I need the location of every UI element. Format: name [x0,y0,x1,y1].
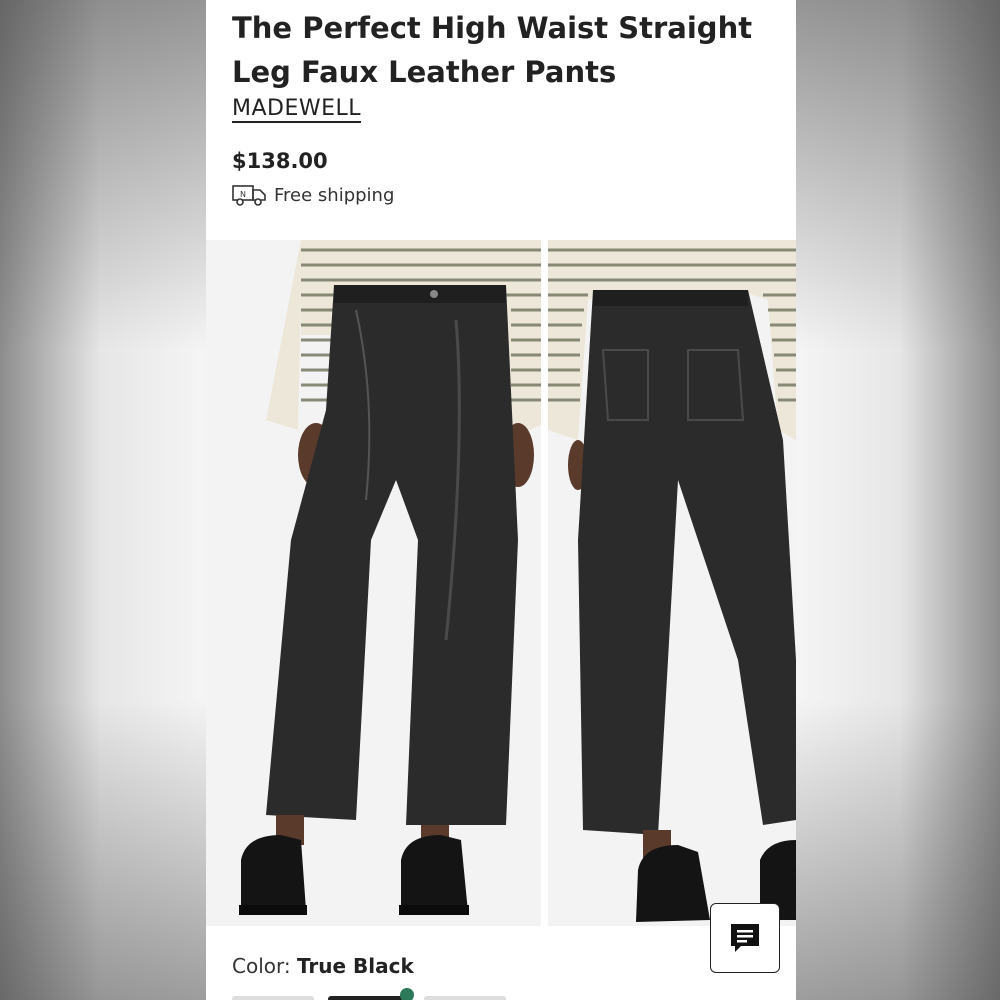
shipping-label: Free shipping [274,184,395,206]
swatch-selected[interactable] [328,996,410,1000]
shipping-info: N Free shipping [232,184,394,206]
color-value: True Black [296,954,414,978]
selected-check-icon [400,988,414,1000]
color-label: Color: [232,954,291,978]
product-page: The Perfect High Waist Straight Leg Faux… [206,0,796,1000]
product-title: The Perfect High Waist Straight Leg Faux… [232,11,753,89]
product-image-back[interactable] [548,240,796,926]
brand-link[interactable]: MADEWELL [232,96,361,121]
swatch[interactable] [424,996,506,1000]
chat-button[interactable] [710,903,780,973]
color-selection: Color: True Black [232,954,414,978]
chat-icon [731,924,759,952]
product-price: $138.00 [232,149,328,173]
product-image-front[interactable] [206,240,541,926]
back-view-illustration [548,240,796,926]
truck-icon: N [232,185,266,206]
color-swatches [232,988,752,1000]
swatch[interactable] [232,996,314,1000]
svg-text:N: N [240,190,246,199]
front-view-illustration [206,240,541,926]
